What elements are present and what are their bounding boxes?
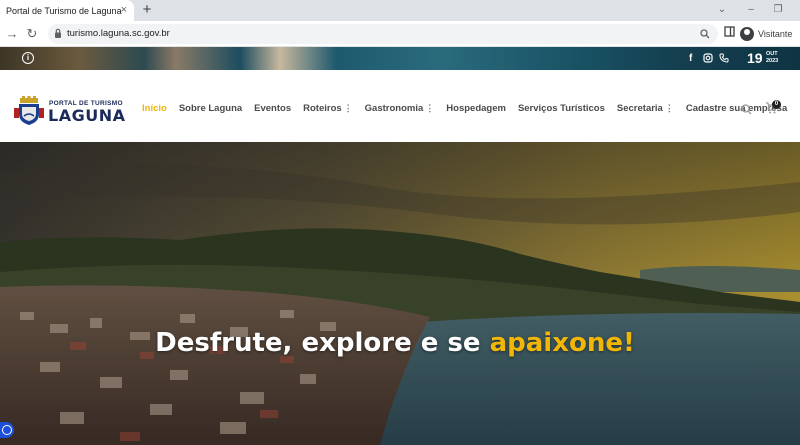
more-vertical-icon: ⋮: [664, 103, 674, 113]
date-month: OUT: [766, 51, 778, 57]
menu-item-roteiros[interactable]: Roteiros ⋮: [303, 103, 353, 114]
hero-banner: Desfrute, explore e se apaixone!: [0, 142, 800, 445]
lock-icon: [55, 28, 61, 38]
hero-headline-highlight: apaixone!: [489, 328, 635, 358]
phone-icon[interactable]: [719, 53, 729, 63]
tab-title: Portal de Turismo de Laguna: [6, 5, 122, 16]
tab-search-chevron-icon[interactable]: ⌄: [715, 2, 729, 18]
url-text: turismo.laguna.sc.gov.br: [67, 28, 170, 39]
menu-item-secretaria[interactable]: Secretaria ⋮: [617, 103, 674, 114]
account-icon: [740, 27, 754, 41]
more-vertical-icon: ⋮: [343, 103, 353, 113]
browser-tab[interactable]: Portal de Turismo de Laguna ×: [0, 0, 134, 21]
search-icon[interactable]: [741, 104, 752, 115]
close-tab-icon[interactable]: ×: [121, 3, 127, 17]
menu-item-label: Secretaria: [616, 103, 663, 114]
restore-icon[interactable]: ❐: [771, 2, 785, 18]
more-vertical-icon: ⋮: [425, 103, 435, 113]
menu-item-sobre-laguna[interactable]: Sobre Laguna: [179, 103, 242, 114]
profile-button[interactable]: Visitante: [740, 24, 792, 44]
menu-item-servicos-turisticos[interactable]: Serviços Turísticos: [518, 103, 605, 114]
date-day: 19: [747, 50, 763, 66]
top-info-strip: i f 19 OUT 2023: [0, 47, 800, 70]
cart-count-badge: 0: [772, 100, 781, 109]
profile-label: Visitante: [758, 29, 793, 39]
logo-title[interactable]: LAGUNA: [48, 106, 125, 125]
browser-toolbar: → ↻ turismo.laguna.sc.gov.br Visitante: [0, 21, 800, 47]
site-header: PORTAL DE TURISMO LAGUNA Início Sobre La…: [0, 70, 800, 142]
hero-headline-prefix: Desfrute, explore e se: [155, 328, 490, 358]
menu-item-eventos[interactable]: Eventos: [254, 103, 291, 114]
reload-icon[interactable]: ↻: [24, 25, 40, 43]
menu-item-gastronomia[interactable]: Gastronomia ⋮: [365, 103, 435, 114]
main-menu: Início Sobre Laguna Eventos Roteiros ⋮ G…: [142, 103, 799, 114]
back-icon[interactable]: →: [4, 25, 20, 43]
hero-headline: Desfrute, explore e se apaixone!: [0, 328, 790, 358]
hero-landscape-image: [0, 142, 800, 445]
new-tab-icon[interactable]: +: [140, 1, 154, 19]
zoom-icon[interactable]: [700, 29, 710, 39]
instagram-icon[interactable]: [703, 53, 713, 63]
menu-item-label: Gastronomia: [364, 103, 424, 114]
coat-of-arms-icon[interactable]: [14, 96, 44, 126]
info-icon[interactable]: i: [22, 52, 34, 64]
address-bar[interactable]: turismo.laguna.sc.gov.br: [48, 24, 718, 44]
menu-item-label: Roteiros: [303, 103, 342, 114]
date-year: 2023: [766, 58, 779, 64]
browser-tab-bar: Portal de Turismo de Laguna × + ⌄ – ❐: [0, 0, 800, 21]
menu-item-hospedagem[interactable]: Hospedagem: [446, 103, 506, 114]
sidebar-icon[interactable]: [724, 26, 735, 37]
minimize-icon[interactable]: –: [744, 2, 758, 18]
facebook-icon[interactable]: f: [689, 53, 692, 64]
menu-item-inicio[interactable]: Início: [142, 103, 167, 114]
